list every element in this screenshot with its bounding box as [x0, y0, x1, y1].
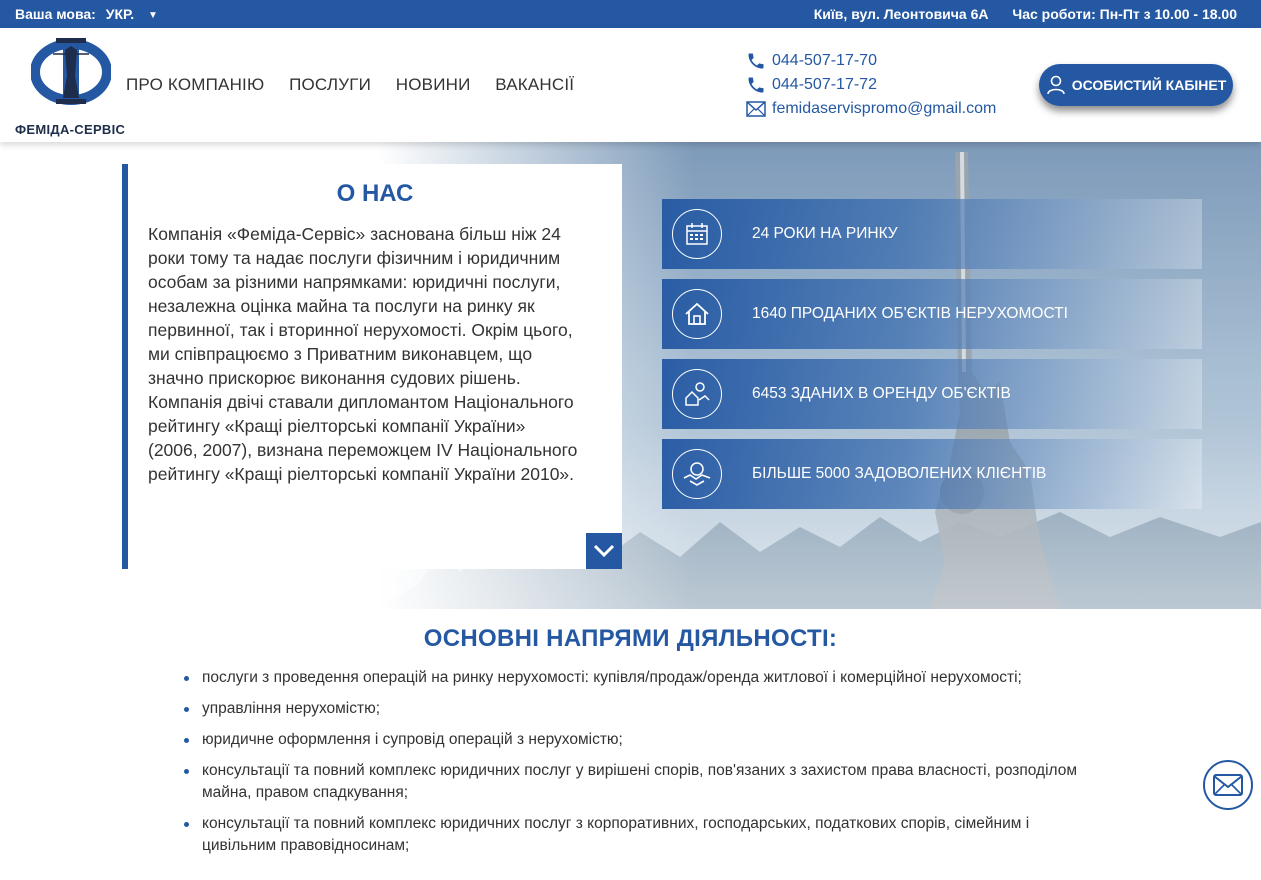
contacts: 044-507-17-70 044-507-17-72 femidaservis… [746, 49, 996, 121]
handshake-icon [672, 449, 722, 499]
nav-item-news[interactable]: НОВИНИ [396, 75, 471, 94]
list-item: консультації та повний комплекс юридични… [184, 813, 1080, 857]
stat-label: 1640 ПРОДАНИХ ОБ'ЄКТІВ НЕРУХОМОСТІ [752, 305, 1068, 322]
stat-label: 6453 ЗДАНИХ В ОРЕНДУ ОБ'ЄКТІВ [752, 385, 1011, 402]
nav-item-services[interactable]: ПОСЛУГИ [289, 75, 371, 94]
hero-section: О НАС Компанія «Феміда-Сервіс» заснована… [0, 142, 1261, 609]
activities-list: послуги з проведення операцій на ринку н… [180, 667, 1080, 866]
language-label: Ваша мова: [15, 6, 96, 22]
stat-item: 1640 ПРОДАНИХ ОБ'ЄКТІВ НЕРУХОМОСТІ [662, 279, 1202, 349]
list-item: консультації та повний комплекс юридични… [184, 760, 1080, 804]
about-card: О НАС Компанія «Феміда-Сервіс» заснована… [122, 164, 622, 569]
stat-item: 6453 ЗДАНИХ В ОРЕНДУ ОБ'ЄКТІВ [662, 359, 1202, 429]
envelope-icon [1213, 774, 1243, 796]
expand-button[interactable] [586, 533, 622, 569]
stat-item: 24 РОКИ НА РИНКУ [662, 199, 1202, 269]
personal-cabinet-label: ОСОБИСТИЙ КАБІНЕТ [1071, 77, 1227, 93]
about-title: О НАС [336, 180, 414, 207]
femida-logo-icon [31, 38, 111, 105]
about-text: Компанія «Феміда-Сервіс» заснована більш… [148, 224, 578, 484]
house-icon [672, 289, 722, 339]
personal-cabinet-button[interactable]: ОСОБИСТИЙ КАБІНЕТ [1039, 64, 1233, 106]
working-hours: Час роботи: Пн-Пт з 10.00 - 18.00 [1012, 6, 1237, 22]
phone-icon [748, 77, 764, 93]
stats-list: 24 РОКИ НА РИНКУ 1640 ПРОДАНИХ ОБ'ЄКТІВ … [662, 199, 1202, 519]
language-selector[interactable]: Ваша мова: УКР. ▼ [15, 6, 158, 22]
office-address: Київ, вул. Леонтовича 6А [813, 6, 989, 22]
phone-icon [748, 53, 764, 69]
user-icon [1046, 75, 1065, 95]
nav-item-vacancies[interactable]: ВАКАНСІЇ [495, 75, 574, 94]
envelope-icon [746, 101, 766, 117]
stat-label: БІЛЬШЕ 5000 ЗАДОВОЛЕНИХ КЛІЄНТІВ [752, 465, 1047, 482]
list-item: послуги з проведення операцій на ринку н… [184, 667, 1080, 689]
site-header: ФЕМІДА-СЕРВІС ПРО КОМПАНІЮ ПОСЛУГИ НОВИН… [0, 28, 1261, 142]
rent-icon [672, 369, 722, 419]
email-link[interactable]: femidaservispromo@gmail.com [772, 97, 996, 121]
contact-mail-button[interactable] [1203, 760, 1253, 810]
main-nav: ПРО КОМПАНІЮ ПОСЛУГИ НОВИНИ ВАКАНСІЇ [126, 75, 594, 95]
stat-item: БІЛЬШЕ 5000 ЗАДОВОЛЕНИХ КЛІЄНТІВ [662, 439, 1202, 509]
phone-link-1[interactable]: 044-507-17-70 [772, 49, 877, 73]
chevron-down-icon [593, 544, 615, 558]
caret-down-icon[interactable]: ▼ [148, 10, 158, 21]
top-bar: Ваша мова: УКР. ▼ Київ, вул. Леонтовича … [0, 0, 1261, 28]
list-item: управління нерухомістю; [184, 698, 1080, 720]
brand-name: ФЕМІДА-СЕРВІС [15, 122, 126, 137]
nav-item-about[interactable]: ПРО КОМПАНІЮ [126, 75, 264, 94]
language-value[interactable]: УКР. [106, 6, 134, 22]
calendar-icon [672, 209, 722, 259]
stat-label: 24 РОКИ НА РИНКУ [752, 225, 898, 242]
list-item: юридичне оформлення і супровід операцій … [184, 729, 1080, 751]
phone-link-2[interactable]: 044-507-17-72 [772, 73, 877, 97]
logo[interactable]: ФЕМІДА-СЕРВІС [15, 36, 127, 137]
activities-title: ОСНОВНІ НАПРЯМИ ДІЯЛЬНОСТІ: [423, 625, 838, 652]
